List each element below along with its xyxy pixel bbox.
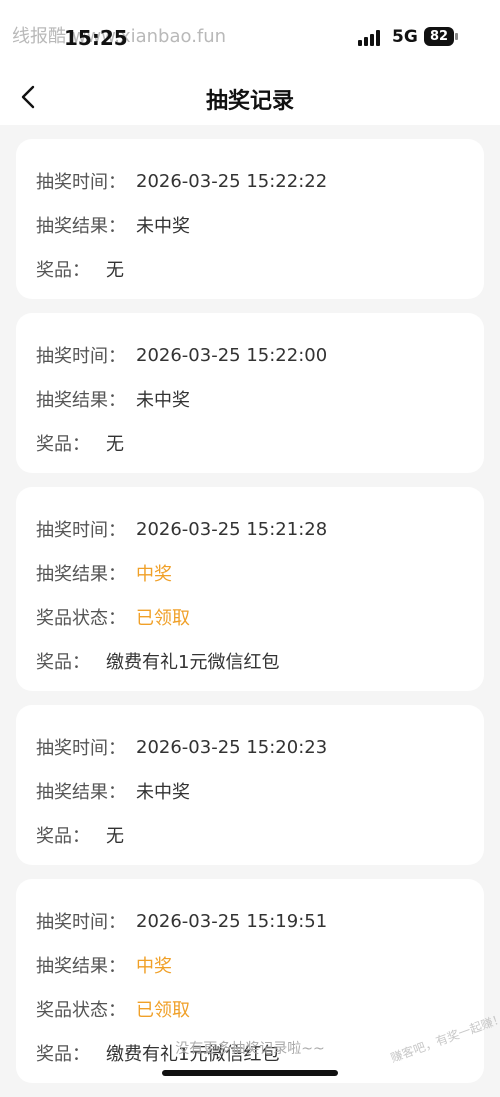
draw-time-label: 抽奖时间： [36,346,126,367]
draw-result-label: 抽奖结果： [36,564,126,585]
prize-status-label: 奖品状态： [36,1000,126,1021]
draw-time-value: 2026-03-25 15:21:28 [136,518,328,540]
draw-result-row: 抽奖结果： 中奖 [36,943,464,987]
draw-result-value: 中奖 [136,564,172,585]
prize-label: 奖品： [36,434,90,455]
prize-status-row: 奖品状态： 已领取 [36,987,464,1031]
prize-value: 无 [106,260,124,281]
prize-row: 奖品： 无 [36,813,464,857]
prize-status-value: 已领取 [136,608,190,629]
draw-time-value: 2026-03-25 15:19:51 [136,910,328,932]
draw-result-label: 抽奖结果： [36,216,126,237]
record-card: 抽奖时间： 2026-03-25 15:22:00 抽奖结果： 未中奖 奖品： … [16,313,484,473]
record-card: 抽奖时间： 2026-03-25 15:22:22 抽奖结果： 未中奖 奖品： … [16,139,484,299]
prize-value: 无 [106,826,124,847]
draw-time-row: 抽奖时间： 2026-03-25 15:22:22 [36,159,464,203]
draw-result-row: 抽奖结果： 未中奖 [36,769,464,813]
prize-status-value: 已领取 [136,1000,190,1021]
prize-status-row: 奖品状态： 已领取 [36,595,464,639]
draw-time-label: 抽奖时间： [36,912,126,933]
home-indicator[interactable] [162,1070,338,1076]
signal-icon [358,30,384,46]
prize-label: 奖品： [36,260,90,281]
record-card: 抽奖时间： 2026-03-25 15:20:23 抽奖结果： 未中奖 奖品： … [16,705,484,865]
draw-time-label: 抽奖时间： [36,172,126,193]
draw-result-value: 中奖 [136,956,172,977]
status-bar: 线报酷 www.xianbao.fun 15:25 5G 82 [0,0,500,70]
battery-tip [455,33,458,40]
draw-result-value: 未中奖 [136,216,190,237]
prize-label: 奖品： [36,652,90,673]
draw-time-row: 抽奖时间： 2026-03-25 15:22:00 [36,333,464,377]
record-card: 抽奖时间： 2026-03-25 15:21:28 抽奖结果： 中奖 奖品状态：… [16,487,484,691]
draw-time-value: 2026-03-25 15:22:00 [136,344,328,366]
prize-value: 无 [106,434,124,455]
draw-result-row: 抽奖结果： 未中奖 [36,203,464,247]
draw-time-label: 抽奖时间： [36,520,126,541]
prize-label: 奖品： [36,826,90,847]
network-type: 5G [392,27,418,47]
prize-row: 奖品： 缴费有礼1元微信红包 [36,639,464,683]
draw-time-row: 抽奖时间： 2026-03-25 15:21:28 [36,507,464,551]
nav-bar: 抽奖记录 [0,70,500,125]
page-title: 抽奖记录 [205,89,294,114]
no-more-records-note: 没有更多抽奖记录啦~~ [175,1041,325,1057]
draw-result-row: 抽奖结果： 中奖 [36,551,464,595]
prize-row: 奖品： 无 [36,247,464,291]
draw-time-value: 2026-03-25 15:20:23 [136,736,328,758]
draw-result-row: 抽奖结果： 未中奖 [36,377,464,421]
prize-status-label: 奖品状态： [36,608,126,629]
draw-time-row: 抽奖时间： 2026-03-25 15:19:51 [36,899,464,943]
record-list: 抽奖时间： 2026-03-25 15:22:22 抽奖结果： 未中奖 奖品： … [16,139,484,1097]
draw-time-label: 抽奖时间： [36,738,126,759]
draw-result-label: 抽奖结果： [36,390,126,411]
draw-result-label: 抽奖结果： [36,782,126,803]
prize-row: 奖品： 无 [36,421,464,465]
draw-result-value: 未中奖 [136,390,190,411]
status-time: 15:25 [64,26,128,50]
draw-time-row: 抽奖时间： 2026-03-25 15:20:23 [36,725,464,769]
draw-result-value: 未中奖 [136,782,190,803]
draw-time-value: 2026-03-25 15:22:22 [136,170,328,192]
draw-result-label: 抽奖结果： [36,956,126,977]
battery-icon: 82 [424,27,454,46]
prize-value: 缴费有礼1元微信红包 [106,652,280,673]
